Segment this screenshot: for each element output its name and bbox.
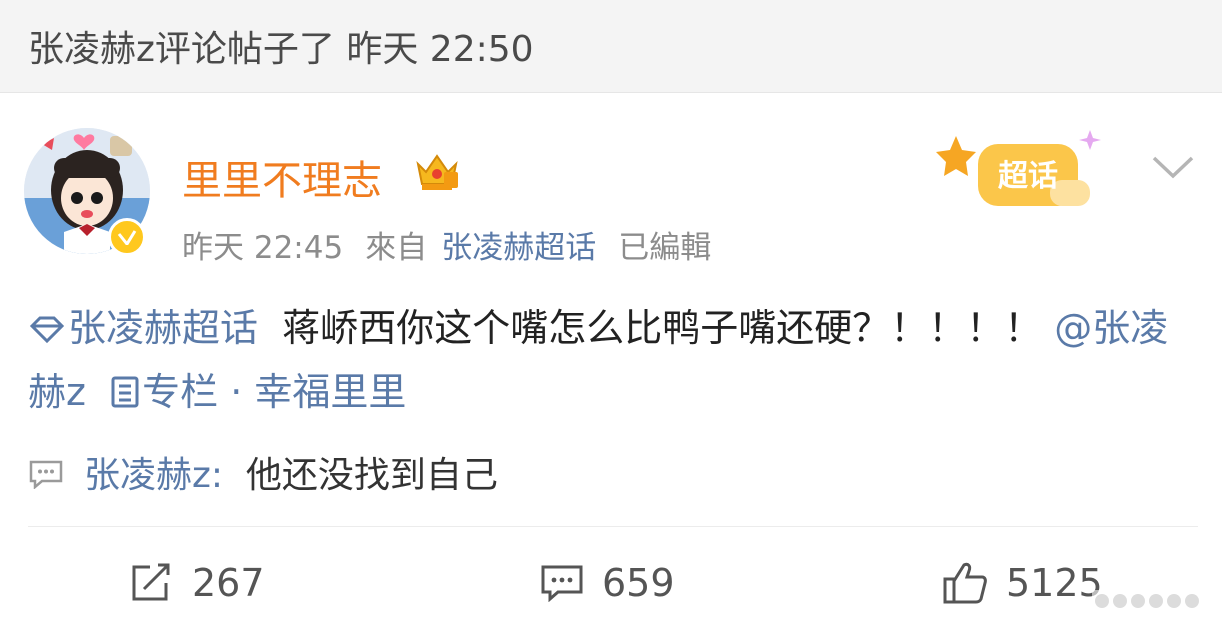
column-icon bbox=[111, 376, 139, 408]
repost-count: 267 bbox=[192, 561, 265, 605]
column-label: 专栏 bbox=[142, 370, 219, 414]
divider bbox=[28, 526, 1198, 527]
crown-icon[interactable] bbox=[414, 150, 460, 194]
supertopic-diamond-icon bbox=[29, 316, 65, 344]
topic-link[interactable]: 张凌赫超话 bbox=[28, 306, 258, 350]
source-link[interactable]: 张凌赫超话 bbox=[441, 230, 596, 266]
post-meta: 昨天 22:45 來自 张凌赫超话 已編輯 bbox=[182, 222, 733, 267]
comment-count: 659 bbox=[602, 561, 675, 605]
post-text: 蒋峤西你这个嘴怎么比鸭子嘴还硬？！！！！ bbox=[282, 306, 1043, 350]
author-name[interactable]: 里里不理志 bbox=[182, 148, 382, 206]
like-count: 5125 bbox=[1006, 561, 1103, 605]
thumbs-up-icon bbox=[943, 562, 987, 604]
comment-button[interactable]: 659 bbox=[540, 558, 675, 608]
comment-icon bbox=[541, 565, 583, 602]
comment-author[interactable]: 张凌赫z: bbox=[84, 455, 223, 496]
repost-button[interactable]: 267 bbox=[130, 558, 265, 608]
column-name: 幸福里里 bbox=[254, 370, 407, 414]
comment-icon bbox=[29, 460, 63, 489]
supertopic-badge[interactable]: 超话 bbox=[930, 122, 1120, 222]
comment-notice-bar[interactable]: 张凌赫z评论帖子了 昨天 22:50 bbox=[0, 0, 1222, 93]
verified-badge-icon bbox=[108, 218, 146, 256]
source-prefix: 來自 bbox=[365, 230, 428, 266]
featured-comment[interactable]: 张凌赫z: 他还没找到自己 bbox=[28, 446, 498, 498]
comment-text: 他还没找到自己 bbox=[245, 455, 498, 496]
watermark-dots bbox=[1092, 590, 1212, 612]
notice-text: 张凌赫z评论帖子了 昨天 22:50 bbox=[28, 29, 534, 70]
chevron-down-icon[interactable] bbox=[1150, 152, 1196, 182]
post-time: 昨天 22:45 bbox=[182, 230, 344, 266]
repost-icon bbox=[132, 563, 170, 601]
edited-label[interactable]: 已編輯 bbox=[618, 230, 711, 266]
column-link[interactable]: 专栏 · 幸福里里 bbox=[110, 370, 406, 414]
topic-link-label: 张凌赫超话 bbox=[68, 306, 259, 350]
post-content: 张凌赫超话 蒋峤西你这个嘴怎么比鸭子嘴还硬？！！！！ @张凌赫z 专栏 · 幸福… bbox=[28, 296, 1198, 424]
supertopic-badge-label: 超话 bbox=[998, 159, 1058, 194]
like-button[interactable]: 5125 bbox=[942, 558, 1103, 608]
column-separator: · bbox=[230, 370, 243, 414]
